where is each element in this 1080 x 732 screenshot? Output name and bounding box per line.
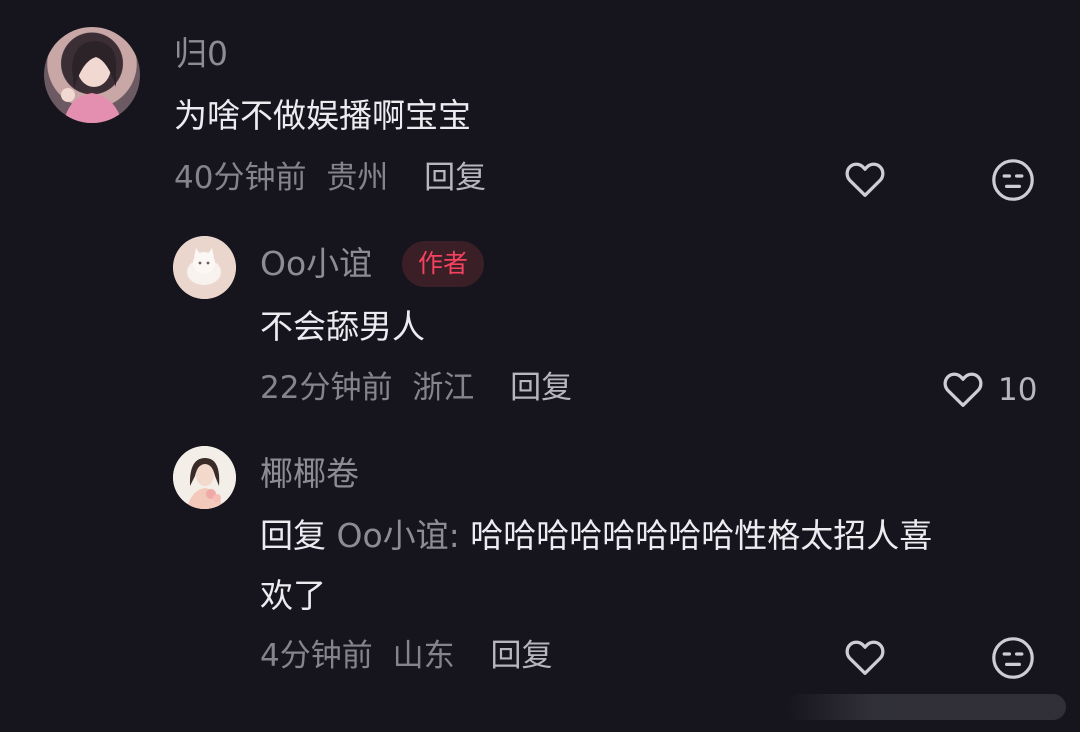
location: 贵州 [326,160,389,196]
comment-text-continuation: 欢了 [260,576,326,615]
comment-meta: 4分钟前 山东 回复 [260,636,552,676]
avatar[interactable] [44,27,140,123]
avatar[interactable] [173,446,236,509]
reply-button[interactable]: 回复 [490,638,552,674]
comment-text: 回复 Oo小谊: 哈哈哈哈哈哈哈哈性格太招人喜 [260,516,932,556]
timestamp: 40分钟前 [174,160,307,196]
location: 浙江 [412,370,475,406]
comment-meta: 40分钟前 贵州 回复 [174,158,486,198]
location: 山东 [392,638,455,674]
comment-text-line: 哈哈哈哈哈哈哈哈性格太招人喜 [470,516,933,555]
reply-target-username[interactable]: Oo小谊: [337,516,460,555]
like-button[interactable] [842,156,888,202]
like-button[interactable] [842,634,888,680]
reply-button[interactable]: 回复 [424,160,486,196]
username[interactable]: 归0 [174,34,228,74]
heart-outline-icon [845,640,885,675]
avatar[interactable] [173,236,236,299]
reply-prefix: 回复 [260,516,326,555]
neutral-face-icon [992,637,1034,679]
comment-text: 不会舔男人 [260,307,425,346]
avatar-photo [173,236,236,299]
reply-button[interactable]: 回复 [510,370,572,406]
username[interactable]: 椰椰卷 [260,454,359,494]
like-count: 10 [998,372,1038,408]
comment-text: 为啥不做娱播啊宝宝 [174,96,471,135]
timestamp: 22分钟前 [260,370,393,406]
avatar-photo [173,446,236,509]
watermark [786,694,1066,720]
username[interactable]: Oo小谊 [260,244,372,284]
heart-outline-icon [845,162,885,197]
dislike-button[interactable] [989,156,1037,204]
author-badge: 作者 [402,241,485,287]
timestamp: 4分钟前 [260,638,373,674]
like-button[interactable] [940,366,986,412]
heart-outline-icon [943,372,983,407]
comment-thread: 归0 为啥不做娱播啊宝宝 40分钟前 贵州 回复 Oo小谊 作者 不会舔男人 2… [0,0,1080,732]
avatar-photo [61,41,122,123]
dislike-button[interactable] [989,634,1037,682]
comment-meta: 22分钟前 浙江 回复 [260,368,572,408]
neutral-face-icon [992,159,1034,201]
